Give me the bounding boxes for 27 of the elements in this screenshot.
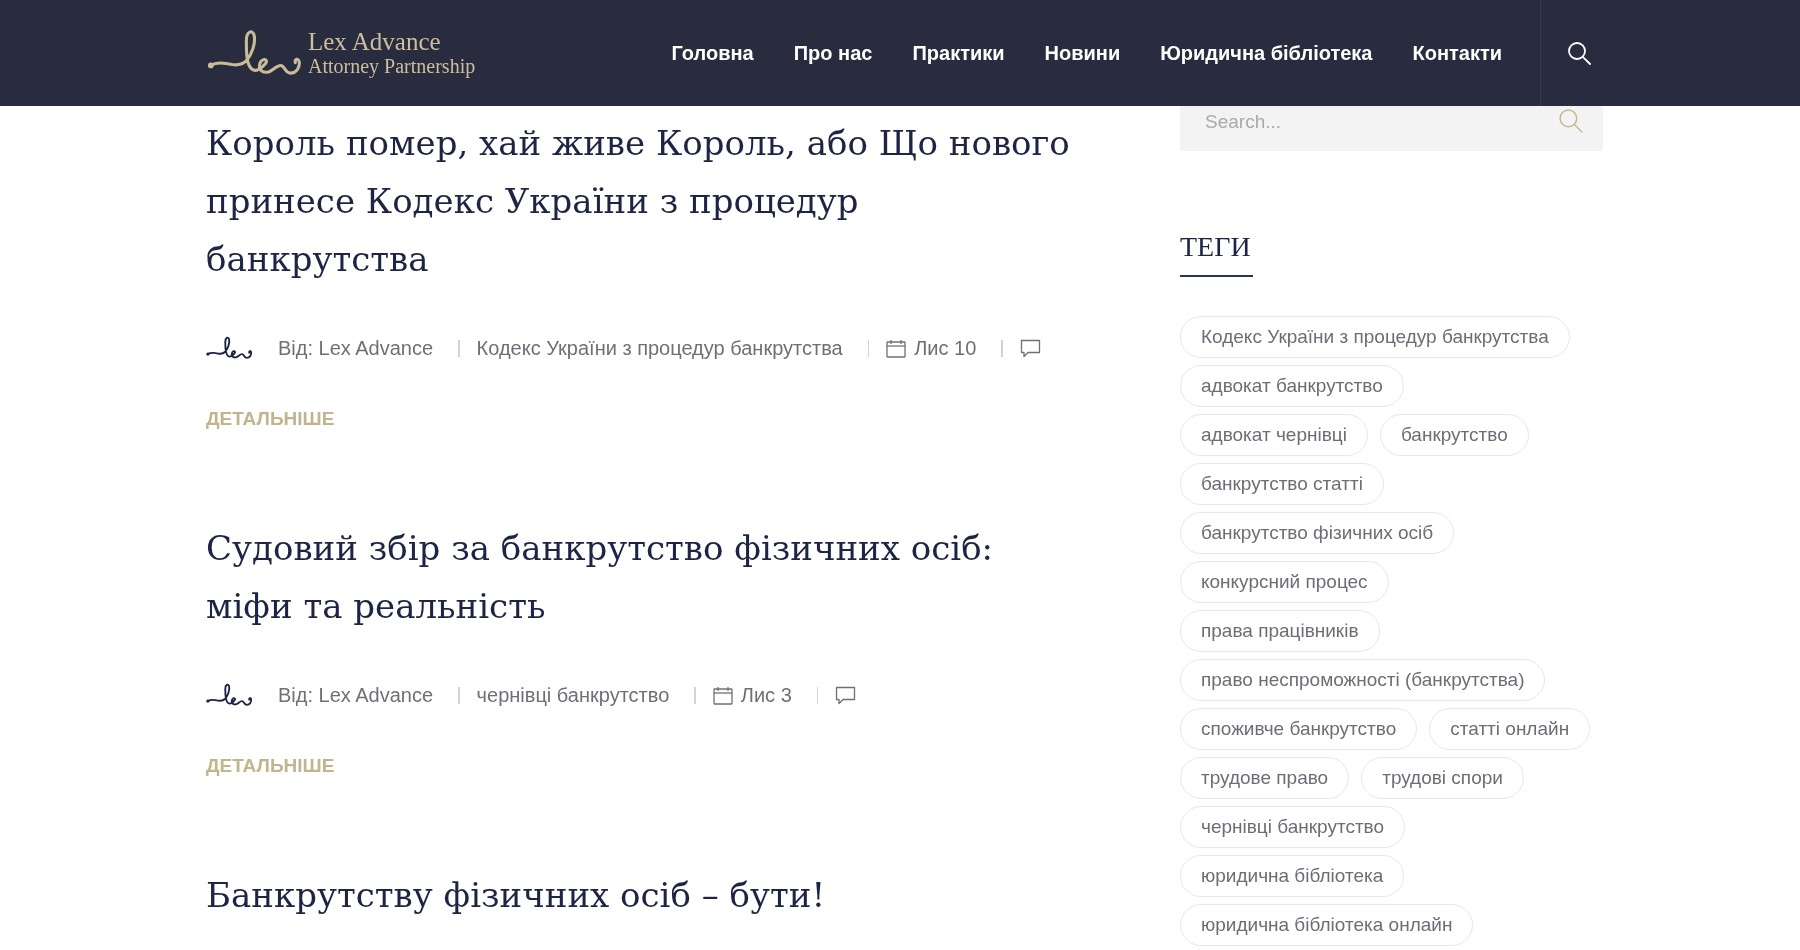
post-author: Від: Lex Advance: [278, 336, 434, 361]
calendar-icon: [712, 685, 733, 705]
post-title[interactable]: Банкрутству фізичних осіб – бути!: [206, 866, 1081, 924]
category-link[interactable]: чернівці банкрутство: [476, 680, 670, 710]
author-avatar-icon: [206, 683, 253, 707]
nav-link[interactable]: Новини: [1044, 39, 1121, 67]
category-link[interactable]: Кодекс України з процедур банкрутства: [476, 333, 843, 363]
nav-link[interactable]: Про нас: [793, 39, 873, 67]
post-author: Від: Lex Advance: [278, 683, 434, 708]
author-avatar-icon: [206, 336, 253, 360]
logo-icon[interactable]: [206, 29, 304, 77]
nav-link[interactable]: Юридична бібліотека: [1160, 39, 1373, 67]
post-title[interactable]: Судовий збір за банкрутство фізичних осіб: міфи та реальність: [206, 519, 1081, 635]
logo-tagline: Attorney Partnership: [308, 55, 476, 77]
nav-link[interactable]: Практики: [912, 39, 1005, 67]
logo-name: Lex Advance: [308, 29, 442, 55]
widget-title: ТЕГИ: [1180, 231, 1252, 263]
calendar-icon: [886, 338, 907, 358]
nav-link[interactable]: Контакти: [1412, 39, 1502, 67]
nav-link[interactable]: Головна: [671, 39, 754, 67]
comment-icon[interactable]: [1019, 338, 1041, 358]
search-icon[interactable]: [1566, 41, 1591, 65]
post-title[interactable]: Король помер, хай живе Король, або Що нового принесе Кодекс України з процедур банкрутства: [206, 114, 1081, 288]
comment-icon[interactable]: [835, 685, 857, 705]
post-date: Лис 3: [740, 683, 792, 708]
search-field[interactable]: Search...: [1180, 106, 1603, 151]
post-date: Лис 10: [914, 336, 977, 361]
